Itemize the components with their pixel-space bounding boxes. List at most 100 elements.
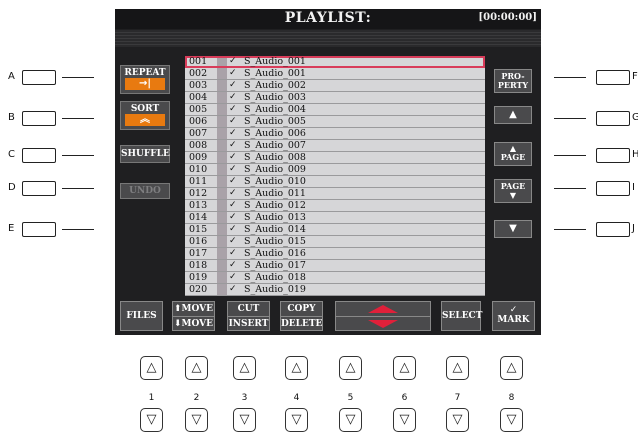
undo-button[interactable]: UNDO	[120, 183, 170, 199]
playlist-row[interactable]: 010 ✓ S_Audio_009	[185, 164, 485, 176]
repeat-arrow-icon: →|	[125, 78, 165, 90]
select-label: SELECT	[442, 311, 483, 321]
playlist-row[interactable]: 002 ✓ S_Audio_001	[185, 68, 485, 80]
panel-button-3-up[interactable]: △	[233, 356, 256, 380]
panel-button-4-down[interactable]: ▽	[285, 408, 308, 432]
select-button[interactable]: SELECT	[441, 301, 483, 331]
cut-button[interactable]: CUT	[228, 302, 269, 317]
delete-button[interactable]: DELETE	[281, 317, 322, 331]
page-down-icon: ▼	[509, 191, 517, 200]
lcd-screen: PLAYLIST: [00:00:00] REPEAT →| SORT ︽ SH…	[115, 9, 541, 335]
playlist-row[interactable]: 008 ✓ S_Audio_007	[185, 140, 485, 152]
side-button-g[interactable]	[596, 111, 630, 126]
page-title: PLAYLIST:	[284, 10, 372, 26]
panel-button-1-up[interactable]: △	[140, 356, 163, 380]
side-button-label: F	[632, 71, 638, 82]
playlist-row[interactable]: 009 ✓ S_Audio_008	[185, 152, 485, 164]
playlist-list: 001 ✓ S_Audio_001 002 ✓ S_Audio_001 003 ✓ S_Audi…	[185, 56, 485, 296]
playlist-row[interactable]: 018 ✓ S_Audio_017	[185, 260, 485, 272]
side-button-label: E	[8, 223, 15, 234]
playlist-row[interactable]: 011 ✓ S_Audio_010	[185, 176, 485, 188]
panel-button-1-down[interactable]: ▽	[140, 408, 163, 432]
playlist-row[interactable]: 014 ✓ S_Audio_013	[185, 212, 485, 224]
jump-top-button[interactable]: ▲	[494, 106, 532, 124]
page-up-button[interactable]: ▲ PAGE	[494, 142, 532, 166]
checkmark-icon: ✓	[229, 56, 237, 66]
move-down-button[interactable]: ⬇MOVE	[173, 317, 214, 331]
panel-button-2-down[interactable]: ▽	[185, 408, 208, 432]
song-name: S_Audio_012	[244, 200, 306, 211]
checkmark-icon: ✓	[229, 92, 237, 102]
side-button-f[interactable]	[596, 70, 630, 85]
playlist-row[interactable]: 020 ✓ S_Audio_019	[185, 284, 485, 296]
song-name: S_Audio_005	[244, 116, 306, 127]
panel-button-number: 3	[241, 393, 248, 403]
panel-button-6-down[interactable]: ▽	[393, 408, 416, 432]
playlist-row[interactable]: 006 ✓ S_Audio_005	[185, 116, 485, 128]
panel-button-7-up[interactable]: △	[446, 356, 469, 380]
panel-button-2-up[interactable]: △	[185, 356, 208, 380]
page-down-button[interactable]: PAGE ▼	[494, 179, 532, 203]
panel-button-6-up[interactable]: △	[393, 356, 416, 380]
insert-button[interactable]: INSERT	[228, 317, 269, 331]
red-down-arrow-icon	[368, 320, 398, 328]
side-button-b[interactable]	[22, 111, 56, 126]
connector-line	[62, 188, 94, 189]
row-number: 009	[189, 152, 208, 163]
row-number: 016	[189, 236, 208, 247]
property-button[interactable]: PRO- PERTY	[494, 69, 532, 93]
connector-line	[554, 77, 586, 78]
side-button-label: B	[8, 112, 15, 123]
cursor-up-button[interactable]	[336, 302, 430, 317]
side-button-h[interactable]	[596, 148, 630, 163]
playlist-row[interactable]: 004 ✓ S_Audio_003	[185, 92, 485, 104]
panel-button-8-down[interactable]: ▽	[500, 408, 523, 432]
side-button-a[interactable]	[22, 70, 56, 85]
playlist-row[interactable]: 007 ✓ S_Audio_006	[185, 128, 485, 140]
panel-button-5-up[interactable]: △	[339, 356, 362, 380]
side-button-label: I	[632, 182, 635, 193]
jump-bottom-button[interactable]: ▼	[494, 220, 532, 238]
side-button-label: D	[8, 182, 16, 193]
sort-button[interactable]: SORT ︽	[120, 101, 170, 130]
panel-button-7-down[interactable]: ▽	[446, 408, 469, 432]
song-name: S_Audio_006	[244, 128, 306, 139]
sort-label: SORT	[130, 104, 160, 114]
side-button-j[interactable]	[596, 222, 630, 237]
song-name: S_Audio_003	[244, 92, 306, 103]
panel-button-8-up[interactable]: △	[500, 356, 523, 380]
playlist-row[interactable]: 013 ✓ S_Audio_012	[185, 200, 485, 212]
side-button-d[interactable]	[22, 181, 56, 196]
side-button-c[interactable]	[22, 148, 56, 163]
cursor-down-button[interactable]	[336, 317, 430, 331]
playlist-row[interactable]: 016 ✓ S_Audio_015	[185, 236, 485, 248]
playlist-row[interactable]: 001 ✓ S_Audio_001	[185, 56, 485, 68]
row-number: 020	[189, 284, 208, 295]
side-button-e[interactable]	[22, 222, 56, 237]
playlist-row[interactable]: 017 ✓ S_Audio_016	[185, 248, 485, 260]
move-up-button[interactable]: ⬆MOVE	[173, 302, 214, 317]
playlist-row[interactable]: 012 ✓ S_Audio_011	[185, 188, 485, 200]
playlist-row[interactable]: 003 ✓ S_Audio_002	[185, 80, 485, 92]
elapsed-time: [00:00:00]	[478, 12, 537, 23]
sort-up-icon: ︽	[125, 114, 165, 126]
row-number: 010	[189, 164, 208, 175]
panel-button-3-down[interactable]: ▽	[233, 408, 256, 432]
mark-button[interactable]: ✓ MARK	[492, 301, 535, 331]
panel-button-4-up[interactable]: △	[285, 356, 308, 380]
checkmark-icon: ✓	[229, 224, 237, 234]
panel-button-number: 7	[454, 393, 461, 403]
repeat-button[interactable]: REPEAT →|	[120, 65, 170, 94]
playlist-row[interactable]: 019 ✓ S_Audio_018	[185, 272, 485, 284]
checkmark-icon: ✓	[509, 305, 518, 315]
row-number: 015	[189, 224, 208, 235]
row-number: 003	[189, 80, 208, 91]
copy-button[interactable]: COPY	[281, 302, 322, 317]
side-button-i[interactable]	[596, 181, 630, 196]
panel-button-number: 5	[347, 393, 354, 403]
playlist-row[interactable]: 005 ✓ S_Audio_004	[185, 104, 485, 116]
panel-button-5-down[interactable]: ▽	[339, 408, 362, 432]
files-button[interactable]: FILES	[120, 301, 163, 331]
shuffle-button[interactable]: SHUFFLE	[120, 145, 170, 163]
playlist-row[interactable]: 015 ✓ S_Audio_014	[185, 224, 485, 236]
